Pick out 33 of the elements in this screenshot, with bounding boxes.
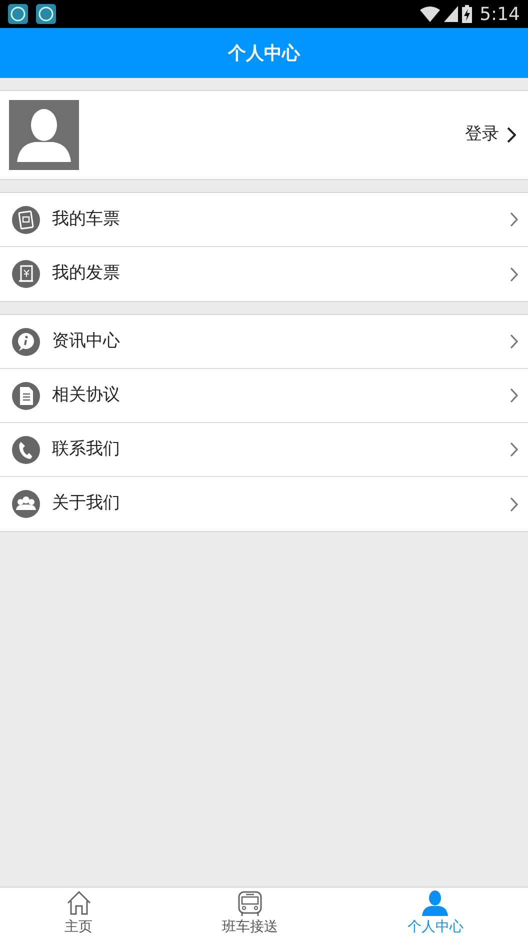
page-title: 个人中心	[228, 42, 300, 66]
ticket-icon	[12, 206, 40, 234]
signal-icon	[444, 6, 458, 22]
bus-icon	[236, 890, 264, 917]
people-icon	[12, 490, 40, 518]
menu-item[interactable]: 我的车票	[0, 193, 528, 247]
app-icon	[8, 4, 28, 24]
chevron-icon	[510, 266, 518, 282]
chevron-icon	[510, 496, 518, 512]
chevron-icon	[507, 127, 516, 143]
chevron-icon	[510, 334, 518, 349]
tab[interactable]: 班车接送	[157, 888, 343, 940]
tab[interactable]: 主页	[0, 888, 158, 940]
person-icon	[421, 890, 450, 917]
login-link[interactable]: 登录	[465, 122, 516, 148]
home-icon	[64, 890, 93, 917]
menu-item[interactable]: 资讯中心	[0, 315, 528, 369]
receipt-icon	[12, 260, 40, 288]
menu-item[interactable]: 联系我们	[0, 423, 528, 477]
battery-icon	[462, 5, 472, 23]
menu-item[interactable]: 相关协议	[0, 369, 528, 423]
document-icon	[12, 382, 40, 410]
avatar-icon	[9, 100, 79, 170]
chevron-icon	[510, 442, 518, 457]
app-icon	[36, 4, 56, 24]
chevron-icon	[510, 388, 518, 403]
menu-item[interactable]: 关于我们	[0, 477, 528, 531]
phone-icon	[12, 436, 40, 464]
clock-time: 5:14	[480, 2, 520, 26]
wifi-icon	[420, 6, 440, 22]
menu-item[interactable]: 我的发票	[0, 247, 528, 301]
chevron-icon	[510, 212, 518, 227]
info-icon	[12, 328, 40, 356]
